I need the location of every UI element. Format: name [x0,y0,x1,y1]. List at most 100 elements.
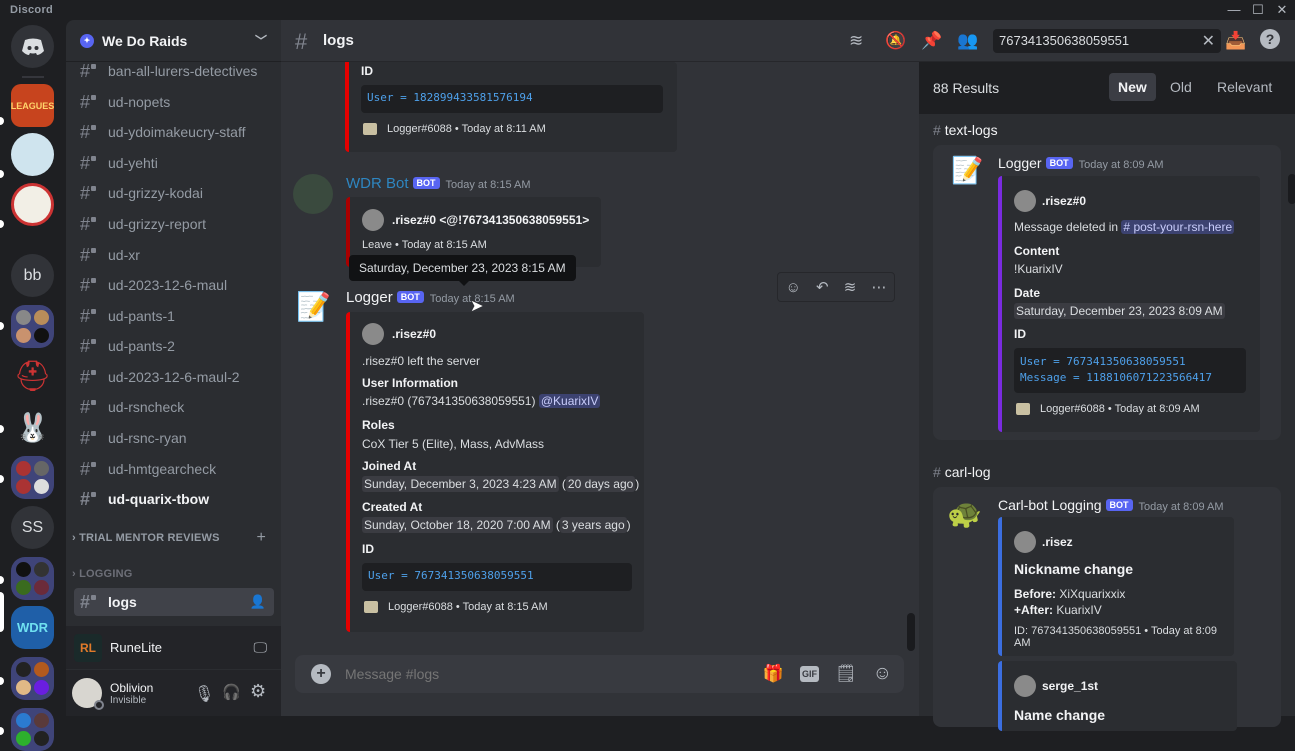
add-attachment-icon[interactable]: + [311,664,331,684]
server-bb-icon[interactable]: bb [11,254,54,297]
create-thread-icon[interactable]: ≋ [844,278,857,296]
sort-relevant-tab[interactable]: Relevant [1208,73,1281,101]
results-count: 88 Results [933,80,1000,96]
date-chip[interactable]: Sunday, October 18, 2020 7:00 AM [362,517,553,533]
channel-item[interactable]: # ud-rsncheck [74,393,274,421]
clear-search-icon[interactable]: ✕ [1202,31,1215,51]
date-chip[interactable]: Saturday, December 23, 2023 8:09 AM [1014,303,1225,319]
locked-channel-icon: # [80,92,100,113]
result-author: Carl-bot Logging BOT Today at 8:09 AM [998,497,1224,513]
server-folder-icon[interactable] [11,305,54,348]
message-timestamp[interactable]: Today at 8:15 AM [446,179,531,191]
emoji-icon[interactable]: ☺ [873,663,892,685]
channel-item[interactable]: # ud-hmtgearcheck [74,455,274,483]
sort-new-tab[interactable]: New [1109,73,1156,101]
author-avatar [1014,675,1036,697]
channel-item[interactable]: # ud-2023-12-6-maul [74,271,274,299]
message-author[interactable]: WDR Bot BOT Today at 8:15 AM [346,175,531,192]
sort-old-tab[interactable]: Old [1161,73,1201,101]
locked-channel-icon: # [80,306,100,327]
search-input[interactable]: 767341350638059551 ✕ [993,29,1221,53]
channel-item[interactable]: # ud-grizzy-report [74,210,274,238]
server-ss-icon[interactable]: SS [11,506,54,549]
field-label: ID [362,542,374,556]
inbox-icon[interactable]: 📥 [1225,31,1246,51]
channel-item-active[interactable]: # logs 👤 [74,588,274,616]
author-avatar [1014,531,1036,553]
server-header[interactable]: ✦ We Do Raids ﹀ [66,20,281,62]
channel-item[interactable]: # ud-ydoimakeucry-staff [74,118,274,146]
server-folder-icon[interactable] [11,708,54,751]
relative-chip[interactable]: 3 years ago [559,517,627,533]
add-reaction-icon[interactable]: ☺ [786,279,801,296]
channel-item[interactable]: # ban-all-lurers-detectives [74,57,274,85]
locked-channel-icon: # [80,428,100,449]
settings-gear-icon[interactable]: ⚙ [250,681,266,702]
user-panel: Oblivion Invisible 🎙 🎧 ⚙ [66,670,281,716]
date-chip[interactable]: Sunday, December 3, 2023 4:23 AM [362,476,559,492]
relative-chip[interactable]: 20 days ago [565,476,636,492]
logger-avatar[interactable]: 📝 [296,290,336,330]
search-result-card[interactable]: 🐢 Carl-bot Logging BOT Today at 8:09 AM .r… [933,487,1281,731]
invite-member-icon[interactable]: 👤 [250,594,266,610]
user-avatar[interactable] [72,678,104,710]
result-channel-label[interactable]: # carl-log [933,464,991,480]
pin-icon[interactable]: 📌 [921,31,942,51]
server-helmet-icon[interactable]: ⛑ [11,355,54,398]
locked-channel-icon: # [80,245,100,266]
category-trial-mentor-reviews[interactable]: › TRIAL MENTOR REVIEWS + [72,529,272,547]
channel-item[interactable]: # ud-pants-2 [74,332,274,360]
results-scrollbar[interactable] [1288,174,1295,204]
channel-mention[interactable]: # post-your-rsn-here [1121,220,1235,234]
embed-description: .risez#0 left the server [362,354,481,368]
channel-item-unread[interactable]: # ud-quarix-tbow [74,485,274,513]
user-mention[interactable]: @KuarixIV [538,394,601,408]
server-bunny-icon[interactable]: 🐰 [11,406,54,449]
locked-channel-icon: # [80,183,100,204]
sticker-icon[interactable]: 🗒 [835,664,857,684]
search-result-card[interactable]: 📝 Logger BOT Today at 8:09 AM .risez#0 Mes… [933,145,1281,440]
server-folder-icon[interactable] [11,456,54,499]
chat-scrollbar[interactable] [907,613,915,651]
embed-card: serge_1st Name change [998,661,1237,731]
field-label: ID [1014,327,1026,341]
reply-icon[interactable]: ↶ [816,278,829,296]
locked-channel-icon: # [80,489,100,510]
gif-icon[interactable]: GIF [800,666,819,682]
help-icon[interactable]: ? [1260,29,1280,49]
maximize-icon[interactable]: ☐ [1246,2,1270,18]
wdr-bot-avatar[interactable] [293,174,333,214]
minimize-icon[interactable]: — [1222,2,1246,18]
channel-item[interactable]: # ud-yehti [74,149,274,177]
message-input[interactable] [345,666,745,682]
result-channel-label[interactable]: # text-logs [933,122,998,138]
channel-item[interactable]: # ud-nopets [74,88,274,116]
server-leagues-icon[interactable]: LEAGUES [11,84,54,127]
stream-screen-icon[interactable]: 🖵 [254,639,268,656]
close-window-icon[interactable]: ✕ [1270,2,1294,18]
headphones-icon[interactable]: 🎧 [222,683,241,701]
server-wdr-icon[interactable]: WDR [11,606,54,649]
server-folder-icon[interactable] [11,657,54,700]
server-crest-icon[interactable] [11,183,54,226]
server-christmas-icon[interactable] [11,133,54,176]
microphone-icon[interactable]: 🎙 [194,684,214,704]
field-value: Sunday, October 18, 2020 7:00 AM (3 year… [362,517,631,533]
threads-icon[interactable]: ≋ [849,31,863,51]
channel-item[interactable]: # ud-xr [74,241,274,269]
channel-item[interactable]: # ud-rsnc-ryan [74,424,274,452]
server-folder-icon[interactable] [11,557,54,600]
channel-item[interactable]: # ud-grizzy-kodai [74,179,274,207]
channel-header: # logs ≋ 🔕 📌 👥 767341350638059551 ✕ 📥 ? [281,20,1295,62]
discord-home-icon[interactable] [11,25,54,68]
more-options-icon[interactable]: ⋯ [871,278,886,296]
channel-item[interactable]: # ud-2023-12-6-maul-2 [74,363,274,391]
code-block: User = 182899433581576194 [361,85,663,113]
gift-icon[interactable]: 🎁 [763,664,784,684]
category-logging[interactable]: › LOGGING [72,568,132,580]
mute-bell-icon[interactable]: 🔕 [885,31,906,51]
channel-item[interactable]: # ud-pants-1 [74,302,274,330]
add-channel-icon[interactable]: + [256,529,266,547]
message-author[interactable]: Logger BOT Today at 8:15 AM [346,289,515,306]
member-list-icon[interactable]: 👥 [957,31,978,51]
